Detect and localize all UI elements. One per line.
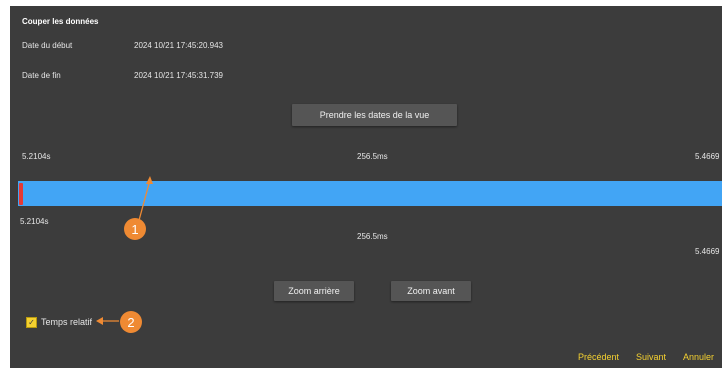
cut-data-dialog: Couper les données Date du début 2024 10… bbox=[10, 6, 722, 368]
callout-badge-1: 1 bbox=[124, 218, 146, 240]
callout-arrows bbox=[96, 176, 153, 325]
callout-badge-2: 2 bbox=[120, 311, 142, 333]
